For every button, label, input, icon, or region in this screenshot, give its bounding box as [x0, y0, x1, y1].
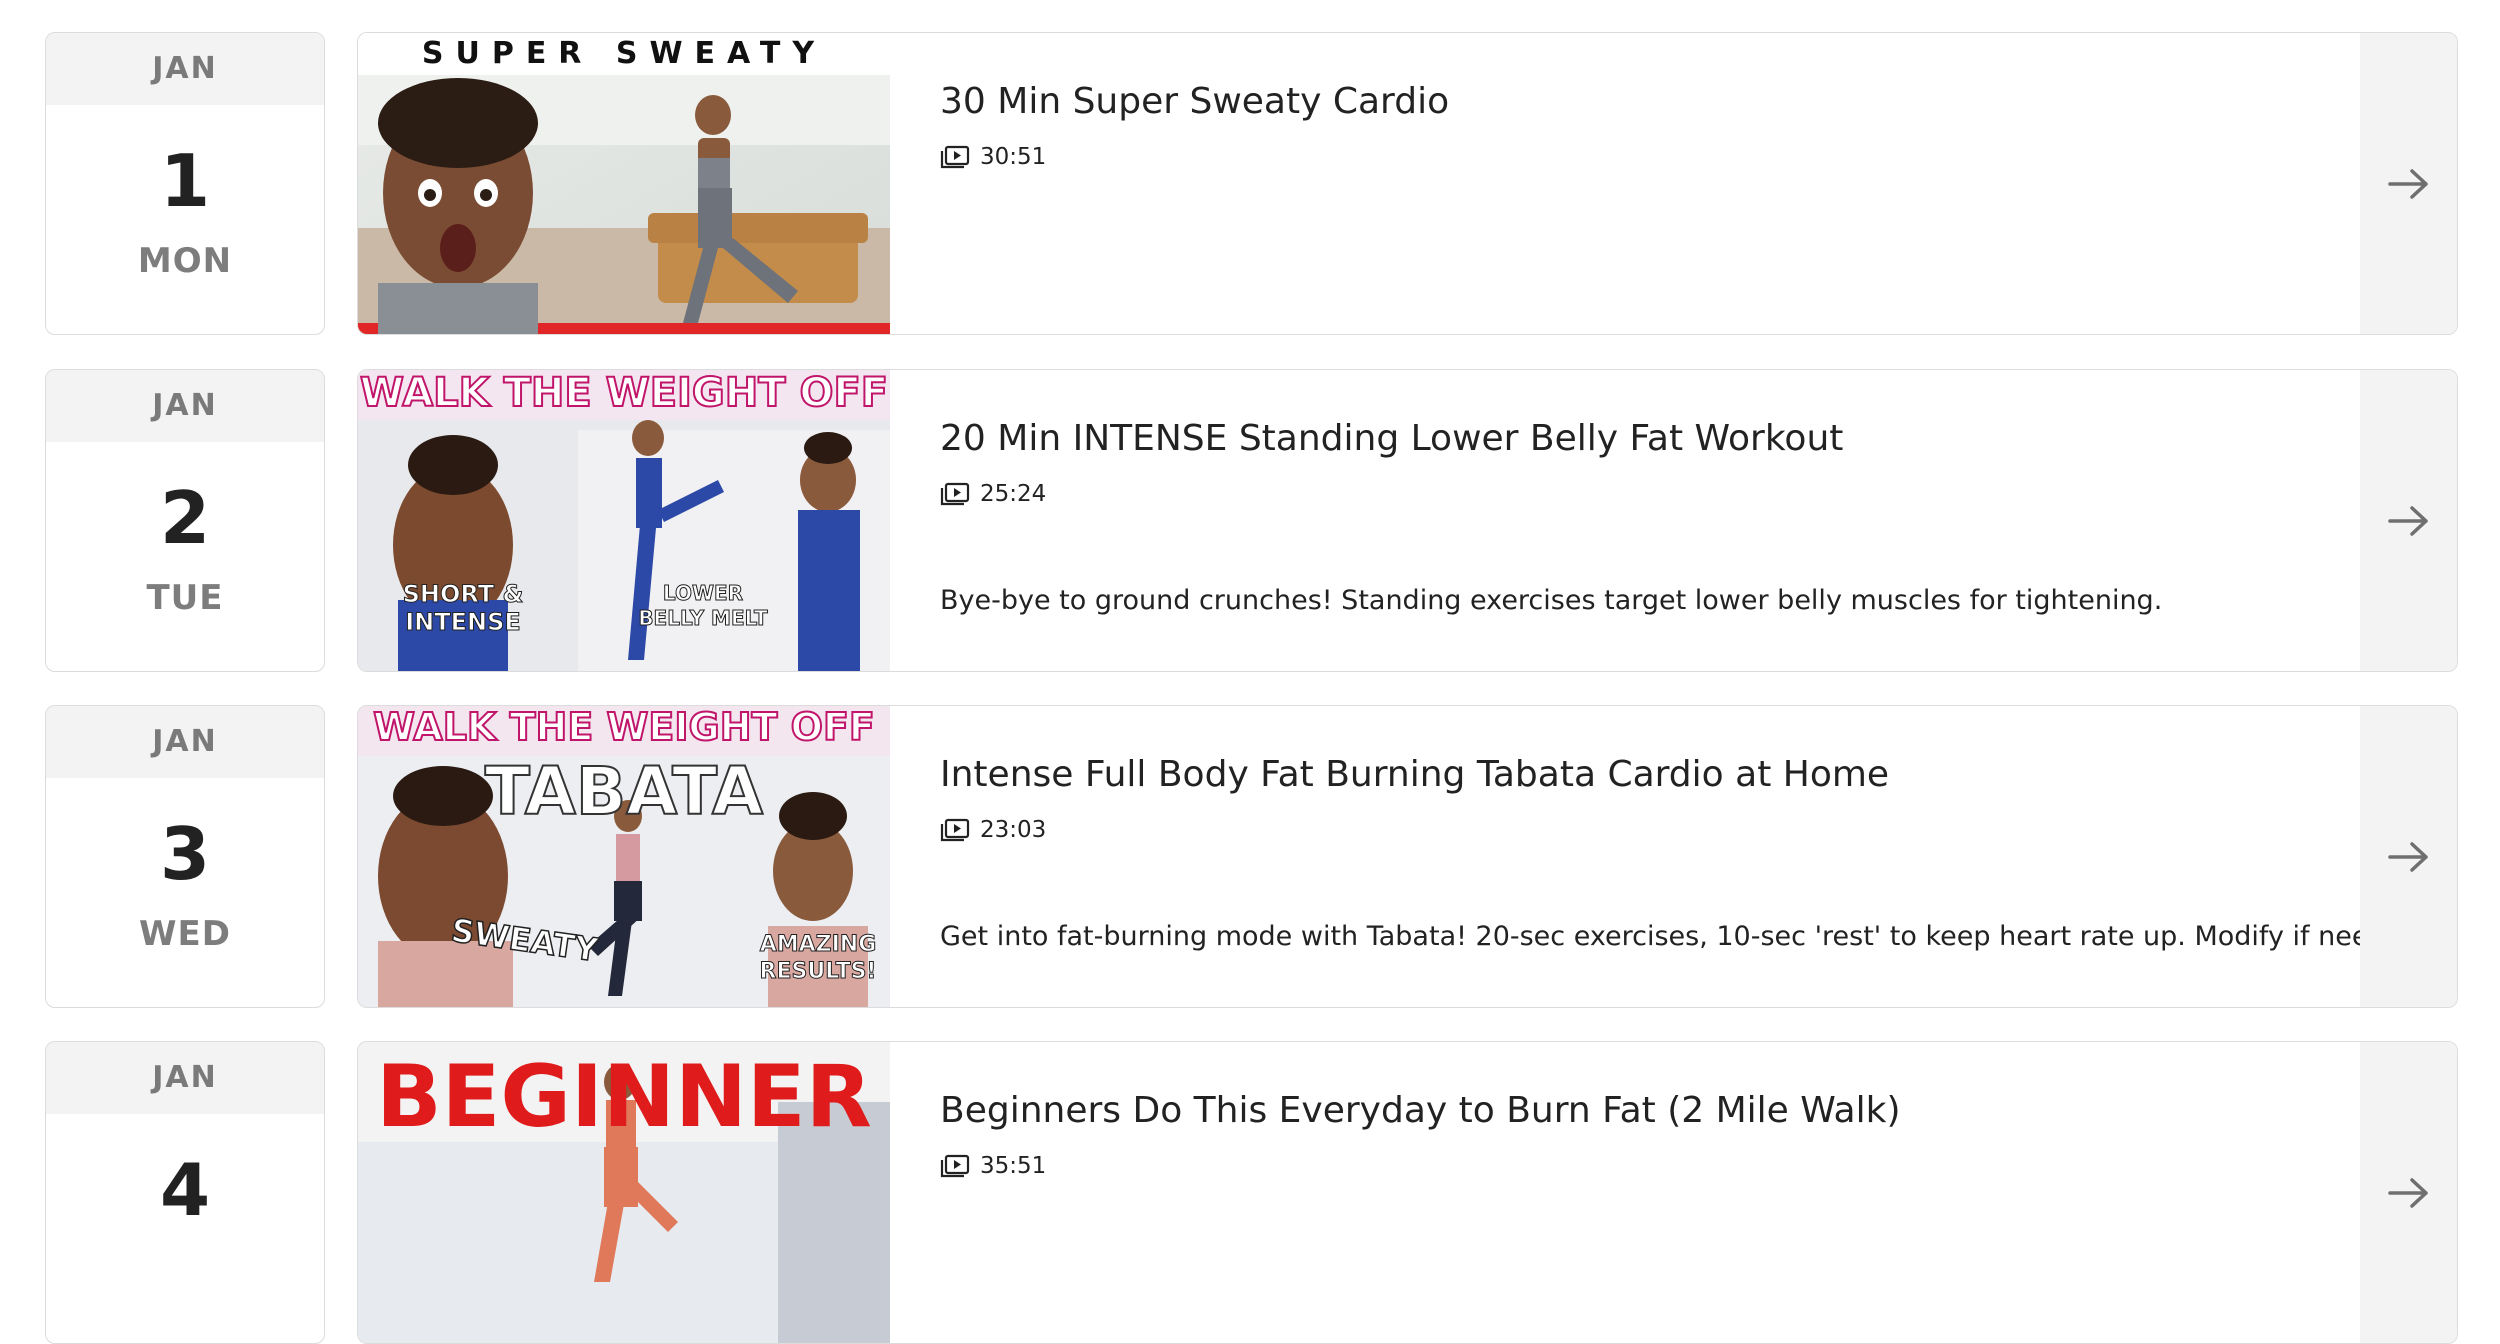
thumbnail-caption: WALK THE WEIGHT OFF	[360, 370, 888, 416]
video-thumbnail[interactable]: WALK THE WEIGHT OFF TABATA SWEATY AMAZIN…	[358, 706, 890, 1007]
video-info: 20 Min INTENSE Standing Lower Belly Fat …	[940, 418, 2340, 507]
video-duration: 35:51	[940, 1153, 2340, 1179]
video-title[interactable]: Intense Full Body Fat Burning Tabata Car…	[940, 754, 2340, 795]
thumbnail-image: BEGINNER	[358, 1042, 890, 1343]
schedule-row: JAN 4 BEGINNER Beginners Do This Everyda…	[45, 1041, 2458, 1344]
video-info: Beginners Do This Everyday to Burn Fat (…	[940, 1090, 2340, 1179]
video-thumbnail[interactable]: BEGINNER	[358, 1042, 890, 1343]
date-weekday: TUE	[146, 578, 224, 618]
arrow-right-icon	[2387, 168, 2428, 199]
date-card: JAN 3 WED	[45, 705, 325, 1008]
video-play-icon	[940, 482, 970, 506]
video-info: 30 Min Super Sweaty Cardio 30:51	[940, 81, 2340, 170]
date-month: JAN	[46, 370, 324, 442]
video-duration: 25:24	[940, 481, 2340, 507]
date-month: JAN	[46, 33, 324, 105]
date-day: 1	[159, 139, 211, 223]
thumbnail-caption: BELLY MELT	[638, 606, 768, 630]
date-card: JAN 4	[45, 1041, 325, 1344]
date-card: JAN 1 MON	[45, 32, 325, 335]
thumbnail-caption: SHORT &	[403, 580, 524, 608]
video-title[interactable]: 30 Min Super Sweaty Cardio	[940, 81, 2340, 122]
thumbnail-caption: LOWER	[663, 581, 743, 605]
date-weekday: WED	[139, 914, 231, 954]
video-thumbnail[interactable]: SUPER SWEATY	[358, 33, 890, 334]
date-card: JAN 2 TUE	[45, 369, 325, 672]
thumbnail-image: WALK THE WEIGHT OFF SHORT & INTENSE LOWE…	[358, 370, 890, 671]
thumbnail-caption: TABATA	[485, 753, 763, 830]
video-play-icon	[940, 145, 970, 169]
video-play-icon	[940, 1154, 970, 1178]
video-duration: 23:03	[940, 817, 2340, 843]
thumbnail-image: SUPER SWEATY	[358, 33, 890, 334]
schedule-row: JAN 2 TUE WALK THE WEIGHT OFF SHORT & IN…	[45, 369, 2458, 672]
duration-text: 23:03	[980, 817, 1047, 843]
arrow-right-icon	[2387, 1177, 2428, 1208]
date-day: 3	[159, 812, 211, 896]
duration-text: 35:51	[980, 1153, 1047, 1179]
video-play-icon	[940, 818, 970, 842]
date-month: JAN	[46, 1042, 324, 1114]
duration-text: 25:24	[980, 481, 1047, 507]
duration-text: 30:51	[980, 144, 1047, 170]
video-description: Bye-bye to ground crunches! Standing exe…	[940, 585, 2163, 616]
thumbnail-caption: INTENSE	[405, 608, 521, 636]
open-video-button[interactable]	[2360, 1042, 2457, 1343]
video-thumbnail[interactable]: WALK THE WEIGHT OFF SHORT & INTENSE LOWE…	[358, 370, 890, 671]
video-card[interactable]: BEGINNER Beginners Do This Everyday to B…	[357, 1041, 2458, 1344]
thumbnail-image: WALK THE WEIGHT OFF TABATA SWEATY AMAZIN…	[358, 706, 890, 1007]
date-weekday: MON	[137, 241, 233, 281]
date-day: 4	[159, 1148, 211, 1232]
open-video-button[interactable]	[2360, 706, 2457, 1007]
workout-schedule-list: JAN 1 MON SUPER SWEATY 30 Min Super Swea…	[0, 0, 2500, 1344]
schedule-row: JAN 3 WED WALK THE WEIGHT OFF TABATA SWE…	[45, 705, 2458, 1008]
thumbnail-caption: WALK THE WEIGHT OFF	[373, 706, 875, 749]
video-duration: 30:51	[940, 144, 2340, 170]
date-month: JAN	[46, 706, 324, 778]
video-card[interactable]: SUPER SWEATY 30 Min Super Sweaty Cardio …	[357, 32, 2458, 335]
video-description: Get into fat-burning mode with Tabata! 2…	[940, 921, 2428, 952]
arrow-right-icon	[2387, 505, 2428, 536]
date-day: 2	[159, 476, 211, 560]
thumbnail-caption: SUPER SWEATY	[422, 36, 826, 71]
open-video-button[interactable]	[2360, 33, 2457, 334]
video-title[interactable]: 20 Min INTENSE Standing Lower Belly Fat …	[940, 418, 2340, 459]
thumbnail-caption: RESULTS!	[760, 959, 877, 984]
video-info: Intense Full Body Fat Burning Tabata Car…	[940, 754, 2340, 843]
schedule-row: JAN 1 MON SUPER SWEATY 30 Min Super Swea…	[45, 32, 2458, 335]
video-card[interactable]: WALK THE WEIGHT OFF TABATA SWEATY AMAZIN…	[357, 705, 2458, 1008]
thumbnail-caption: AMAZING	[760, 932, 877, 957]
thumbnail-caption: BEGINNER	[376, 1047, 872, 1147]
arrow-right-icon	[2387, 841, 2428, 872]
video-card[interactable]: WALK THE WEIGHT OFF SHORT & INTENSE LOWE…	[357, 369, 2458, 672]
video-title[interactable]: Beginners Do This Everyday to Burn Fat (…	[940, 1090, 2340, 1131]
open-video-button[interactable]	[2360, 370, 2457, 671]
